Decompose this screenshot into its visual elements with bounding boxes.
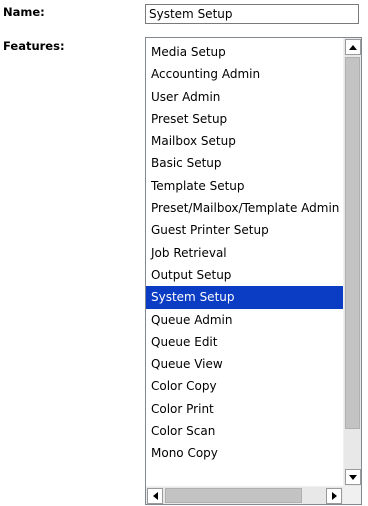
- vertical-scrollbar[interactable]: [343, 38, 361, 486]
- scroll-right-button[interactable]: [326, 488, 342, 504]
- name-input[interactable]: [145, 4, 359, 24]
- scrollbar-corner: [343, 486, 361, 504]
- features-list: Media Setup Accounting Admin User Admin Pre…: [146, 38, 343, 486]
- list-item[interactable]: Queue View: [146, 353, 343, 375]
- scroll-down-button[interactable]: [345, 469, 361, 485]
- list-item[interactable]: Accounting Admin: [146, 63, 343, 85]
- features-listbox[interactable]: Media Setup Accounting Admin User Admin Pre…: [145, 37, 362, 505]
- scroll-left-arrow-icon: [152, 492, 158, 500]
- name-label: Name:: [3, 5, 45, 19]
- scroll-down-arrow-icon: [349, 474, 357, 480]
- scroll-up-button[interactable]: [345, 39, 361, 55]
- list-item[interactable]: Color Print: [146, 398, 343, 420]
- scroll-up-arrow-icon: [349, 44, 357, 50]
- features-label: Features:: [3, 39, 65, 53]
- list-item[interactable]: Basic Setup: [146, 152, 343, 174]
- scroll-right-arrow-icon: [331, 492, 337, 500]
- list-item-selected[interactable]: System Setup: [146, 286, 343, 309]
- list-item[interactable]: Preset/Mailbox/Template Admin: [146, 197, 343, 219]
- list-item[interactable]: Mono Copy: [146, 442, 343, 464]
- list-item[interactable]: Queue Edit: [146, 331, 343, 353]
- list-item[interactable]: Color Copy: [146, 375, 343, 397]
- list-item[interactable]: Output Setup: [146, 264, 343, 286]
- list-item[interactable]: User Admin: [146, 86, 343, 108]
- scroll-left-button[interactable]: [147, 488, 163, 504]
- list-item[interactable]: Template Setup: [146, 175, 343, 197]
- list-item[interactable]: Mailbox Setup: [146, 130, 343, 152]
- list-item[interactable]: Media Setup: [146, 41, 343, 63]
- list-item[interactable]: Preset Setup: [146, 108, 343, 130]
- list-item[interactable]: Guest Printer Setup: [146, 219, 343, 241]
- list-item[interactable]: Color Scan: [146, 420, 343, 442]
- list-item[interactable]: Queue Admin: [146, 309, 343, 331]
- horizontal-scroll-thumb[interactable]: [165, 488, 302, 503]
- list-item[interactable]: Job Retrieval: [146, 242, 343, 264]
- horizontal-scrollbar[interactable]: [146, 486, 343, 504]
- vertical-scroll-thumb[interactable]: [345, 57, 360, 429]
